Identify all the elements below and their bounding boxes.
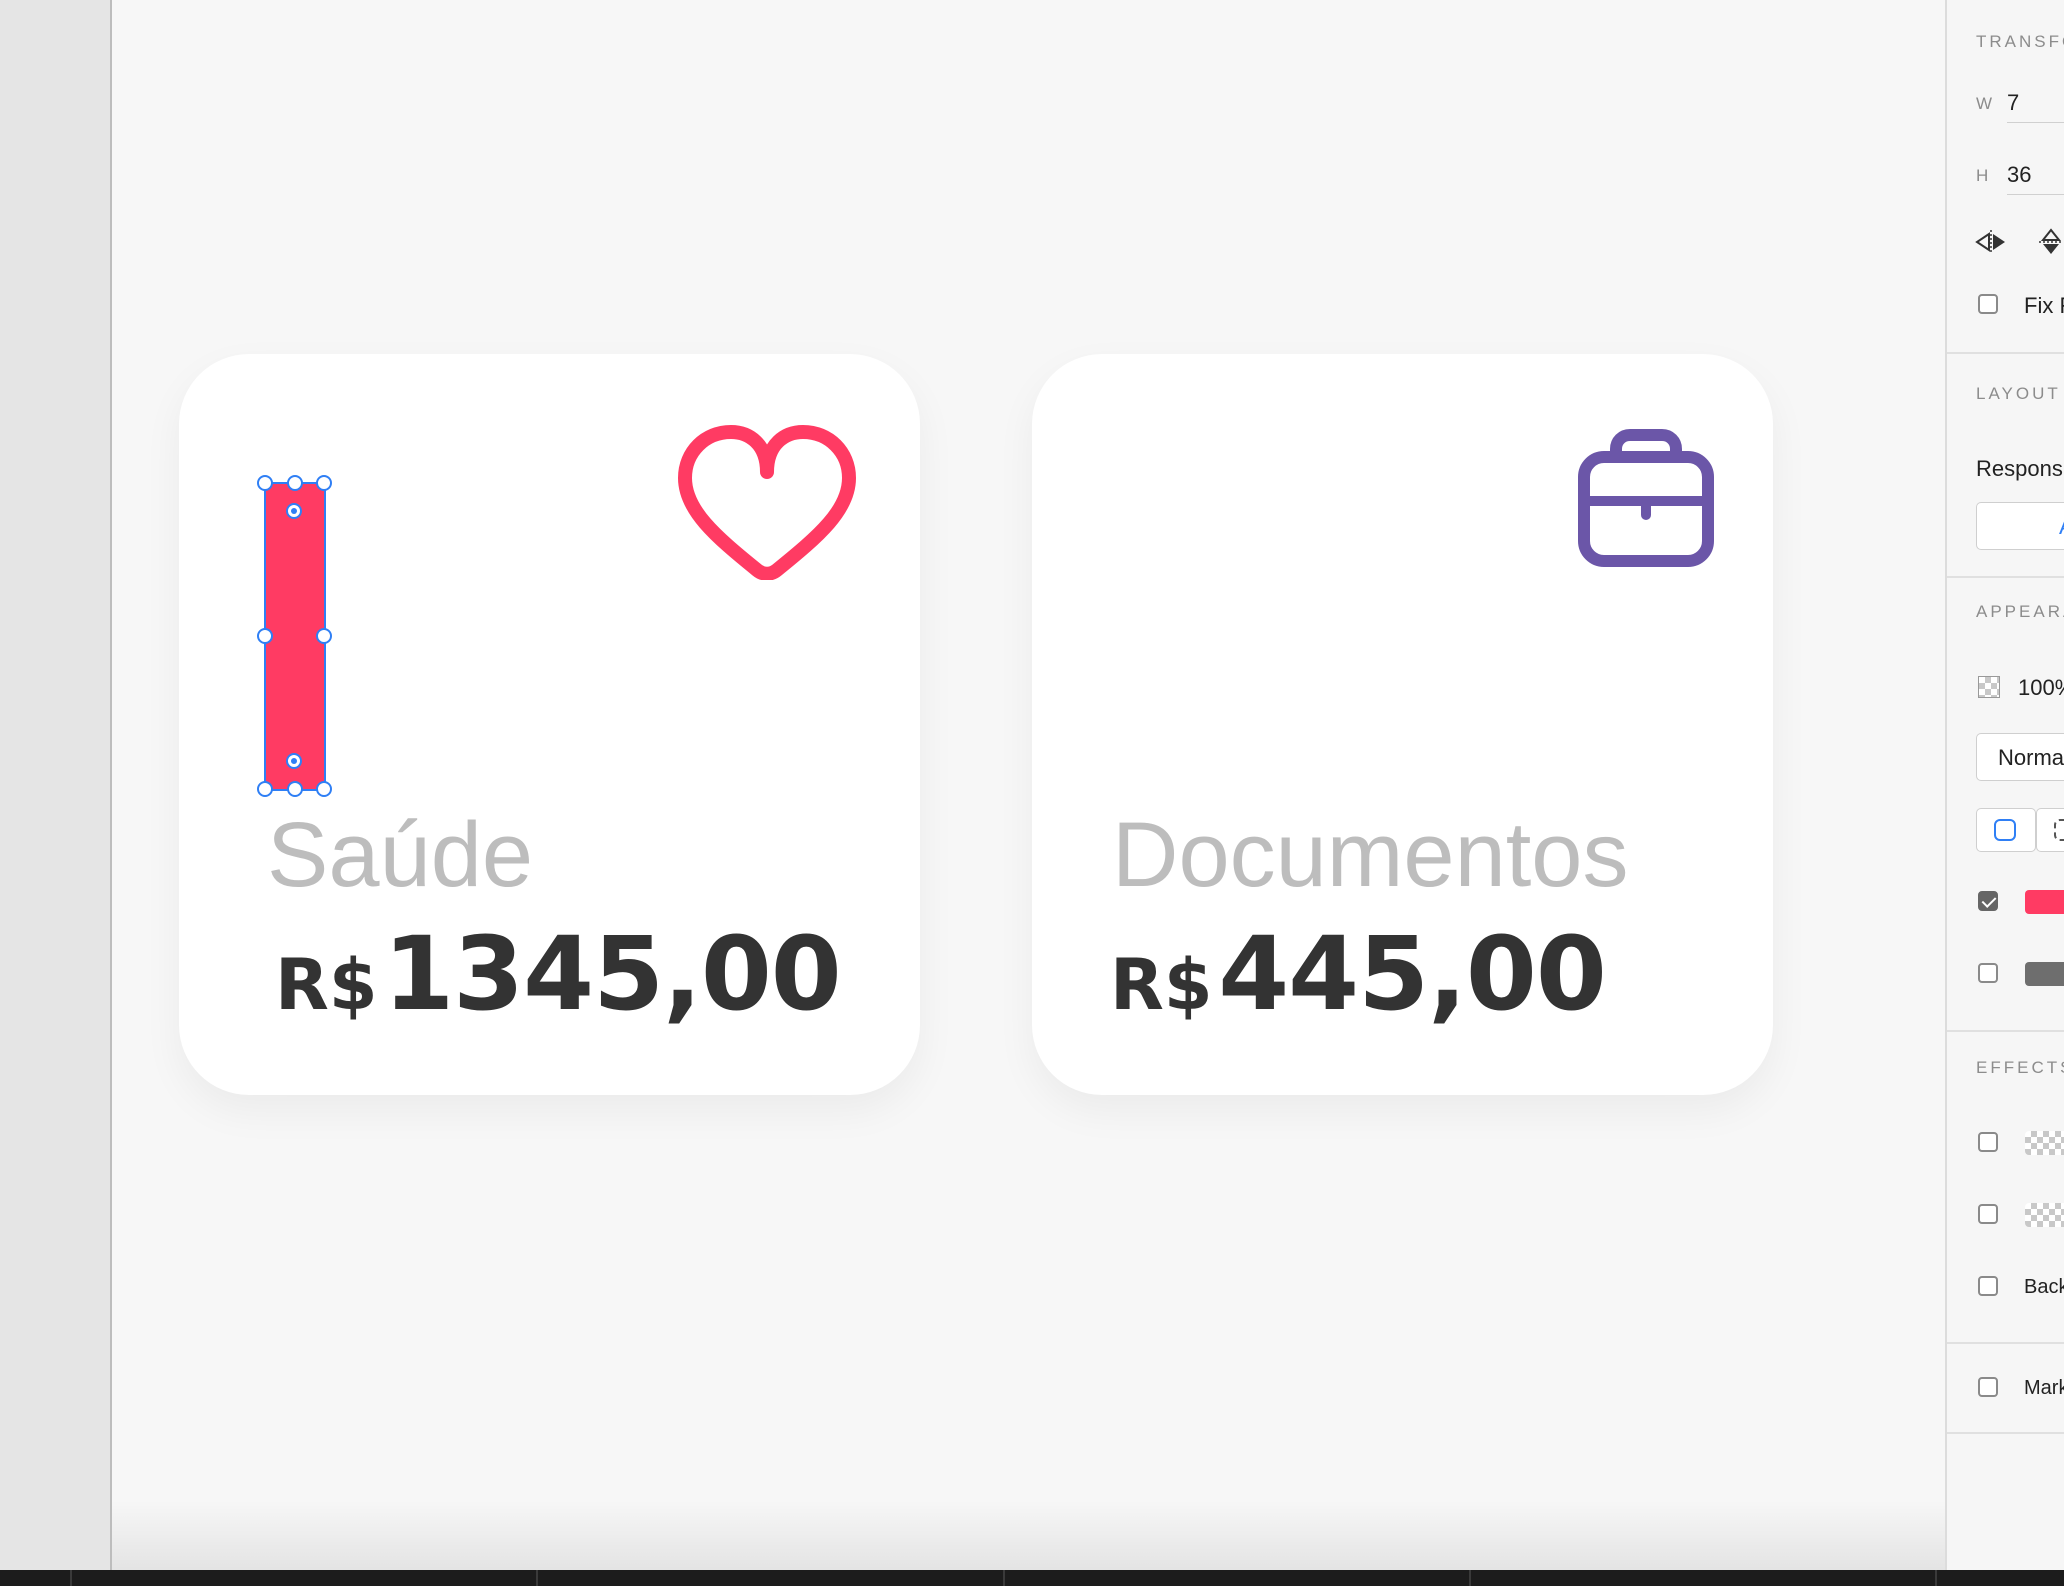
left-gutter — [0, 0, 112, 1570]
inner-shadow-checkbox[interactable] — [1978, 1204, 1998, 1224]
blend-mode-select[interactable]: Norma — [1976, 733, 2064, 781]
background-blur-label: Back — [2024, 1276, 2064, 1298]
flip-vertical-icon[interactable] — [2039, 228, 2063, 256]
section-divider — [1947, 1030, 2064, 1032]
effects-section-title: EFFECTS — [1976, 1058, 2064, 1077]
resize-handle-bottom-right[interactable] — [316, 781, 332, 797]
opacity-icon — [1978, 676, 2000, 698]
height-label: H — [1976, 166, 1989, 185]
mark-for-export-label: Mark — [2024, 1377, 2064, 1399]
fix-position-label: Fix F — [2024, 293, 2064, 318]
currency-symbol: R$ — [1110, 944, 1213, 1026]
border-checkbox[interactable] — [1978, 963, 1998, 983]
appearance-section-title: APPEARA — [1976, 602, 2064, 621]
canvas-bottom-shade — [112, 1500, 1945, 1570]
responsive-auto-button[interactable]: A — [1976, 502, 2064, 550]
fix-position-checkbox[interactable] — [1978, 294, 1998, 314]
corner-radius-handle-bottom[interactable] — [286, 753, 302, 769]
responsive-resize-label: Respons — [1976, 456, 2063, 481]
blend-mode-value: Norma — [1998, 745, 2064, 770]
width-field[interactable]: 7 — [2007, 90, 2064, 123]
card-amount: R$ 1345,00 — [275, 924, 842, 1026]
card-label: Saúde — [267, 804, 534, 906]
card-documentos[interactable]: Documentos R$ 445,00 — [1032, 354, 1773, 1095]
rounded-square-icon — [1994, 819, 2016, 841]
layout-section-title: LAYOUT — [1976, 384, 2061, 403]
drop-shadow-checkbox[interactable] — [1978, 1132, 1998, 1152]
section-divider — [1947, 1342, 2064, 1344]
mark-for-export-checkbox[interactable] — [1978, 1377, 1998, 1397]
flip-horizontal-icon[interactable] — [1975, 230, 2007, 254]
drop-shadow-swatch[interactable] — [2025, 1131, 2064, 1155]
background-blur-checkbox[interactable] — [1978, 1276, 1998, 1296]
fill-checkbox[interactable] — [1978, 891, 1998, 911]
section-divider — [1947, 352, 2064, 354]
card-amount: R$ 445,00 — [1110, 924, 1607, 1026]
resize-handle-top-left[interactable] — [257, 475, 273, 491]
resize-handle-left[interactable] — [257, 628, 273, 644]
section-divider — [1947, 576, 2064, 578]
corner-radius-icon — [2054, 819, 2064, 841]
resize-handle-top[interactable] — [287, 475, 303, 491]
inspector-panel: TRANSFO W 7 H 36 Fix F LAYOUT Respons A … — [1945, 0, 2064, 1570]
section-divider — [1947, 1432, 2064, 1434]
corner-radius-handle-top[interactable] — [286, 503, 302, 519]
opacity-value[interactable]: 100% — [2018, 675, 2064, 701]
resize-handle-bottom-left[interactable] — [257, 781, 273, 797]
amount-value: 445,00 — [1218, 915, 1607, 1034]
transform-section-title: TRANSFO — [1976, 32, 2064, 51]
width-label: W — [1976, 94, 1993, 113]
fill-color-swatch[interactable] — [2025, 890, 2064, 914]
responsive-auto-button-label: A — [2059, 514, 2064, 540]
resize-handle-top-right[interactable] — [316, 475, 332, 491]
corner-radius-per-corner-toggle[interactable] — [2036, 808, 2064, 852]
amount-value: 1345,00 — [383, 915, 842, 1034]
corner-radius-uniform-toggle[interactable] — [1976, 808, 2036, 852]
currency-symbol: R$ — [275, 944, 378, 1026]
briefcase-icon — [1578, 429, 1714, 567]
heart-icon — [678, 425, 856, 580]
resize-handle-bottom[interactable] — [287, 781, 303, 797]
card-label: Documentos — [1112, 804, 1629, 906]
resize-handle-right[interactable] — [316, 628, 332, 644]
bottom-bar — [0, 1570, 2064, 1586]
inner-shadow-swatch[interactable] — [2025, 1203, 2064, 1227]
border-color-swatch[interactable] — [2025, 962, 2064, 986]
height-field[interactable]: 36 — [2007, 162, 2064, 195]
